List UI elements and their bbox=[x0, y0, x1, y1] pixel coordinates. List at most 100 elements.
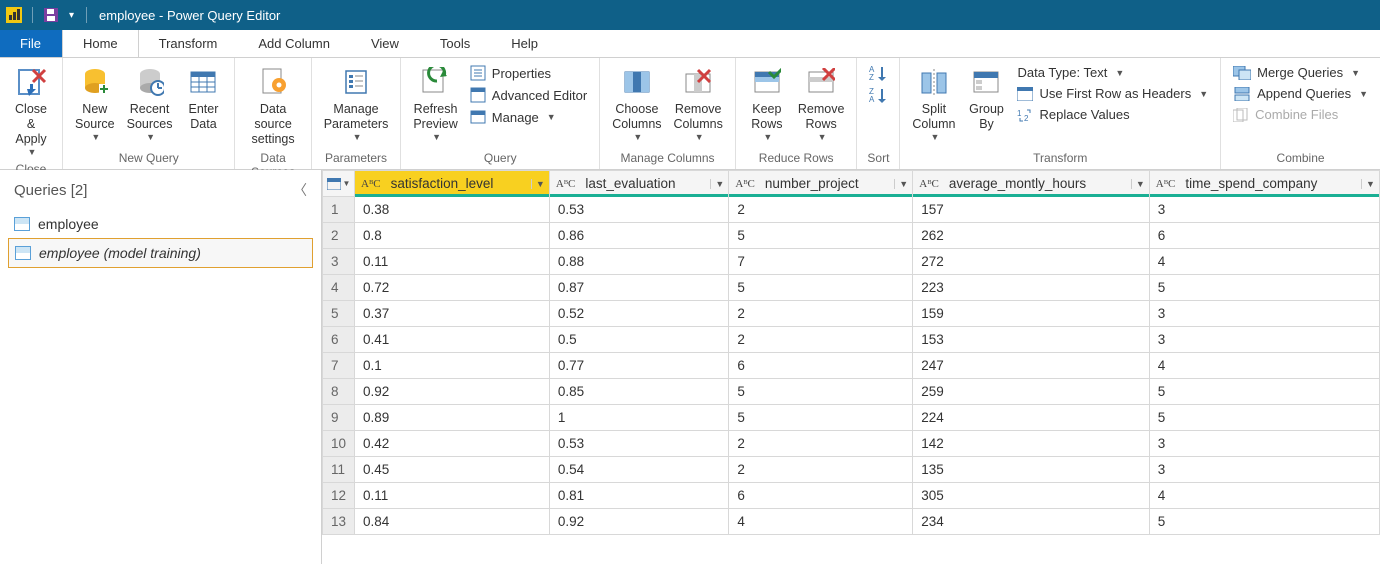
column-header-satisfaction_level[interactable]: AᴮCsatisfaction_level▼ bbox=[355, 171, 550, 197]
row-number[interactable]: 10 bbox=[323, 431, 355, 457]
cell[interactable]: 0.45 bbox=[355, 457, 550, 483]
data-type-button[interactable]: Data Type: Text▼ bbox=[1015, 64, 1210, 81]
cell[interactable]: 5 bbox=[1149, 379, 1379, 405]
cell[interactable]: 0.77 bbox=[549, 353, 728, 379]
row-number[interactable]: 7 bbox=[323, 353, 355, 379]
row-number[interactable]: 1 bbox=[323, 197, 355, 223]
tab-view[interactable]: View bbox=[351, 30, 420, 57]
data-grid[interactable]: ▼AᴮCsatisfaction_level▼AᴮClast_evaluatio… bbox=[322, 170, 1380, 564]
enter-data-button[interactable]: Enter Data bbox=[178, 62, 228, 134]
remove-columns-button[interactable]: Remove Columns▼ bbox=[668, 62, 729, 145]
cell[interactable]: 0.8 bbox=[355, 223, 550, 249]
sort-asc-button[interactable]: AZ bbox=[867, 64, 889, 82]
cell[interactable]: 4 bbox=[1149, 353, 1379, 379]
cell[interactable]: 157 bbox=[913, 197, 1150, 223]
cell[interactable]: 2 bbox=[729, 457, 913, 483]
column-header-average_montly_hours[interactable]: AᴮCaverage_montly_hours▼ bbox=[913, 171, 1150, 197]
cell[interactable]: 2 bbox=[729, 431, 913, 457]
cell[interactable]: 0.88 bbox=[549, 249, 728, 275]
new-source-button[interactable]: New Source▼ bbox=[69, 62, 121, 145]
row-number[interactable]: 12 bbox=[323, 483, 355, 509]
cell[interactable]: 0.54 bbox=[549, 457, 728, 483]
append-queries-button[interactable]: Append Queries▼ bbox=[1231, 85, 1370, 102]
column-header-last_evaluation[interactable]: AᴮClast_evaluation▼ bbox=[549, 171, 728, 197]
cell[interactable]: 259 bbox=[913, 379, 1150, 405]
cell[interactable]: 2 bbox=[729, 301, 913, 327]
recent-sources-button[interactable]: Recent Sources▼ bbox=[121, 62, 179, 145]
cell[interactable]: 3 bbox=[1149, 301, 1379, 327]
cell[interactable]: 0.81 bbox=[549, 483, 728, 509]
cell[interactable]: 0.53 bbox=[549, 431, 728, 457]
cell[interactable]: 5 bbox=[1149, 405, 1379, 431]
cell[interactable]: 6 bbox=[1149, 223, 1379, 249]
cell[interactable]: 0.53 bbox=[549, 197, 728, 223]
cell[interactable]: 0.85 bbox=[549, 379, 728, 405]
tab-file[interactable]: File bbox=[0, 30, 62, 57]
cell[interactable]: 0.5 bbox=[549, 327, 728, 353]
properties-button[interactable]: Properties bbox=[468, 64, 589, 82]
cell[interactable]: 223 bbox=[913, 275, 1150, 301]
cell[interactable]: 0.92 bbox=[355, 379, 550, 405]
manage-query-button[interactable]: Manage▼ bbox=[468, 108, 589, 126]
remove-rows-button[interactable]: Remove Rows▼ bbox=[792, 62, 851, 145]
cell[interactable]: 5 bbox=[729, 275, 913, 301]
cell[interactable]: 5 bbox=[1149, 509, 1379, 535]
cell[interactable]: 0.84 bbox=[355, 509, 550, 535]
query-item-employee-model-training[interactable]: employee (model training) bbox=[8, 238, 313, 268]
cell[interactable]: 5 bbox=[1149, 275, 1379, 301]
cell[interactable]: 0.37 bbox=[355, 301, 550, 327]
grid-corner[interactable]: ▼ bbox=[323, 171, 355, 197]
first-row-headers-button[interactable]: Use First Row as Headers▼ bbox=[1015, 85, 1210, 102]
cell[interactable]: 4 bbox=[729, 509, 913, 535]
cell[interactable]: 135 bbox=[913, 457, 1150, 483]
data-source-settings-button[interactable]: Data source settings bbox=[241, 62, 304, 149]
column-header-number_project[interactable]: AᴮCnumber_project▼ bbox=[729, 171, 913, 197]
cell[interactable]: 0.52 bbox=[549, 301, 728, 327]
cell[interactable]: 272 bbox=[913, 249, 1150, 275]
cell[interactable]: 142 bbox=[913, 431, 1150, 457]
sort-desc-button[interactable]: ZA bbox=[867, 86, 889, 104]
filter-icon[interactable]: ▼ bbox=[894, 179, 912, 189]
row-number[interactable]: 3 bbox=[323, 249, 355, 275]
choose-columns-button[interactable]: Choose Columns▼ bbox=[606, 62, 667, 145]
cell[interactable]: 5 bbox=[729, 379, 913, 405]
cell[interactable]: 4 bbox=[1149, 249, 1379, 275]
close-apply-button[interactable]: Close & Apply▼ bbox=[6, 62, 56, 160]
row-number[interactable]: 5 bbox=[323, 301, 355, 327]
tab-add-column[interactable]: Add Column bbox=[238, 30, 351, 57]
cell[interactable]: 153 bbox=[913, 327, 1150, 353]
cell[interactable]: 2 bbox=[729, 197, 913, 223]
tab-tools[interactable]: Tools bbox=[420, 30, 491, 57]
row-number[interactable]: 4 bbox=[323, 275, 355, 301]
cell[interactable]: 4 bbox=[1149, 483, 1379, 509]
cell[interactable]: 6 bbox=[729, 483, 913, 509]
cell[interactable]: 159 bbox=[913, 301, 1150, 327]
cell[interactable]: 1 bbox=[549, 405, 728, 431]
cell[interactable]: 224 bbox=[913, 405, 1150, 431]
cell[interactable]: 6 bbox=[729, 353, 913, 379]
cell[interactable]: 262 bbox=[913, 223, 1150, 249]
save-icon[interactable] bbox=[43, 7, 59, 23]
cell[interactable]: 247 bbox=[913, 353, 1150, 379]
cell[interactable]: 3 bbox=[1149, 327, 1379, 353]
qat-dropdown-icon[interactable]: ▾ bbox=[69, 10, 74, 21]
cell[interactable]: 3 bbox=[1149, 197, 1379, 223]
keep-rows-button[interactable]: Keep Rows▼ bbox=[742, 62, 792, 145]
replace-values-button[interactable]: 12 Replace Values bbox=[1015, 106, 1210, 123]
cell[interactable]: 5 bbox=[729, 223, 913, 249]
cell[interactable]: 0.1 bbox=[355, 353, 550, 379]
filter-icon[interactable]: ▼ bbox=[531, 179, 549, 189]
row-number[interactable]: 2 bbox=[323, 223, 355, 249]
filter-icon[interactable]: ▼ bbox=[1361, 179, 1379, 189]
row-number[interactable]: 9 bbox=[323, 405, 355, 431]
cell[interactable]: 0.11 bbox=[355, 249, 550, 275]
filter-icon[interactable]: ▼ bbox=[710, 179, 728, 189]
cell[interactable]: 0.38 bbox=[355, 197, 550, 223]
query-item-employee[interactable]: employee bbox=[0, 210, 321, 238]
refresh-preview-button[interactable]: Refresh Preview▼ bbox=[407, 62, 463, 145]
group-by-button[interactable]: Group By bbox=[961, 62, 1011, 134]
cell[interactable]: 0.92 bbox=[549, 509, 728, 535]
advanced-editor-button[interactable]: Advanced Editor bbox=[468, 86, 589, 104]
row-number[interactable]: 6 bbox=[323, 327, 355, 353]
tab-home[interactable]: Home bbox=[62, 30, 139, 57]
